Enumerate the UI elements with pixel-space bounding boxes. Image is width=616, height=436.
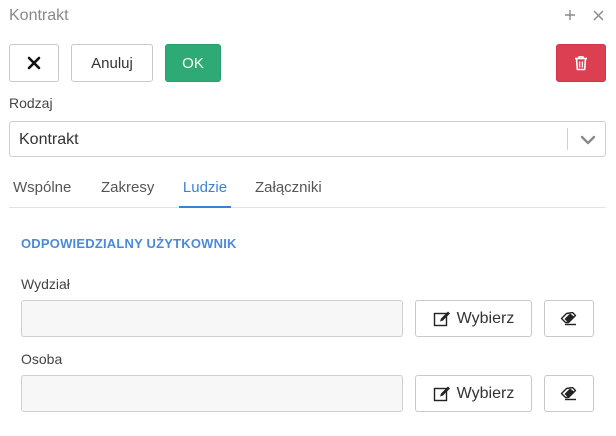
title-bar: Kontrakt bbox=[0, 0, 616, 32]
choose-person-button[interactable]: Wybierz bbox=[415, 375, 532, 412]
eraser-icon bbox=[560, 311, 577, 325]
choose-department-button[interactable]: Wybierz bbox=[415, 300, 532, 337]
person-input[interactable] bbox=[21, 375, 403, 412]
delete-button[interactable] bbox=[556, 44, 606, 82]
type-label: Rodzaj bbox=[9, 95, 53, 111]
eraser-icon bbox=[560, 386, 577, 400]
choose-label: Wybierz bbox=[456, 384, 515, 402]
tab-zakresy[interactable]: Zakresy bbox=[101, 171, 154, 208]
department-label: Wydział bbox=[21, 276, 70, 292]
close-form-button[interactable] bbox=[9, 44, 59, 82]
chevron-down-icon[interactable] bbox=[578, 130, 598, 150]
edit-icon bbox=[433, 311, 450, 326]
department-input[interactable] bbox=[21, 300, 403, 337]
close-icon[interactable] bbox=[587, 3, 609, 27]
x-icon bbox=[27, 56, 41, 70]
clear-department-button[interactable] bbox=[544, 300, 594, 337]
tab-zalaczniki[interactable]: Załączniki bbox=[255, 171, 322, 208]
select-divider bbox=[567, 128, 568, 150]
tab-wspolne[interactable]: Wspólne bbox=[13, 171, 71, 208]
tab-bar: Wspólne Zakresy Ludzie Załączniki bbox=[9, 171, 606, 208]
type-select-value: Kontrakt bbox=[19, 131, 79, 148]
type-select[interactable]: Kontrakt bbox=[9, 121, 606, 157]
trash-icon bbox=[575, 56, 587, 71]
plus-icon[interactable] bbox=[559, 3, 581, 27]
section-title: ODPOWIEDZIALNY UŻYTKOWNIK bbox=[21, 236, 237, 251]
choose-label: Wybierz bbox=[456, 309, 515, 327]
ok-button[interactable]: OK bbox=[165, 44, 221, 82]
clear-person-button[interactable] bbox=[544, 375, 594, 412]
window-title: Kontrakt bbox=[9, 7, 69, 24]
cancel-button[interactable]: Anuluj bbox=[71, 44, 153, 82]
person-label: Osoba bbox=[21, 351, 63, 367]
tab-ludzie[interactable]: Ludzie bbox=[179, 171, 231, 208]
edit-icon bbox=[433, 386, 450, 401]
